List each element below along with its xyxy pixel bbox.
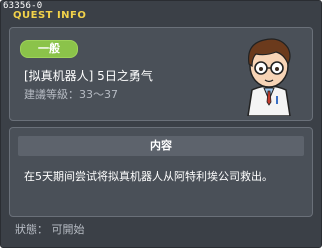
quest-recommended-level: 建議等級：33～37 bbox=[24, 88, 118, 101]
window-title: QUEST INFO bbox=[13, 10, 87, 21]
quest-info-window: 63356-0 QUEST INFO 一般 [拟真机器人] 5日之勇气 建議等級… bbox=[0, 0, 322, 248]
quest-category-badge: 一般 bbox=[20, 40, 78, 58]
scientist-npc-icon bbox=[247, 38, 291, 116]
quest-name: [拟真机器人] 5日之勇气 bbox=[24, 69, 153, 83]
quest-content-panel: 内容 在5天期间尝试将拟真机器人从阿特利埃公司救出。 bbox=[9, 127, 313, 217]
content-header: 内容 bbox=[18, 136, 304, 156]
quest-description: 在5天期间尝试将拟真机器人从阿特利埃公司救出。 bbox=[24, 170, 273, 183]
quest-summary-panel: 一般 [拟真机器人] 5日之勇气 建議等級：33～37 bbox=[9, 27, 313, 121]
quest-status: 狀態： 可開始 bbox=[15, 223, 85, 236]
